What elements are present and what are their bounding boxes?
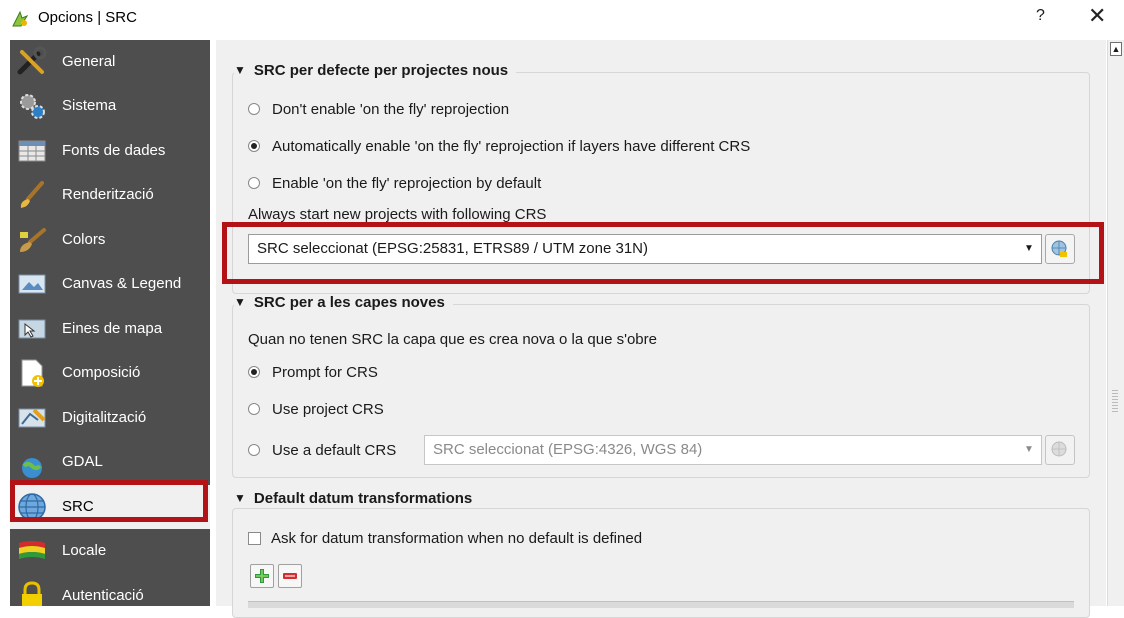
ask-datum-checkbox[interactable] (248, 531, 261, 545)
digitizing-icon (18, 408, 46, 428)
radio-project-crs[interactable]: Use project CRS (248, 401, 384, 418)
ask-datum-checkbox-row[interactable]: Ask for datum transformation when no def… (248, 530, 642, 547)
radio-button[interactable] (248, 177, 260, 190)
scroll-up-arrow-icon[interactable]: ▲ (1110, 42, 1122, 56)
globe-icon (18, 493, 46, 521)
sidebar-item-composicio[interactable]: Composició (10, 351, 210, 395)
map-tools-icon (18, 319, 46, 339)
vertical-scrollbar[interactable]: ▲ (1107, 40, 1124, 606)
composer-icon (21, 359, 44, 387)
gears-icon (20, 94, 45, 119)
section-default-crs-header[interactable]: ▼ SRC per defecte per projectes nous (234, 62, 517, 79)
flag-icon (19, 541, 45, 559)
radio-button[interactable] (248, 366, 260, 379)
radio-default-otf[interactable]: Enable 'on the fly' reprojection by defa… (248, 175, 541, 192)
sidebar-item-digitalitzacio[interactable]: Digitalització (10, 396, 210, 440)
always-start-label: Always start new projects with following… (248, 206, 547, 223)
window-title: Opcions | SRC (38, 9, 137, 26)
collapse-triangle-icon: ▼ (234, 295, 246, 309)
radio-button[interactable] (248, 103, 260, 116)
scroll-grip[interactable] (1112, 390, 1118, 414)
section-datum-header[interactable]: ▼ Default datum transformations (234, 490, 481, 507)
add-transformation-button[interactable] (250, 564, 274, 588)
radio-no-otf[interactable]: Don't enable 'on the fly' reprojection (248, 101, 509, 118)
options-sidebar: General Sistema Fonts de dades Renderitz… (10, 40, 210, 606)
section-new-layers-header[interactable]: ▼ SRC per a les capes noves (234, 294, 453, 311)
chevron-down-icon: ▼ (1024, 444, 1034, 455)
sidebar-item-canvas-legend[interactable]: Canvas & Legend (10, 262, 210, 306)
radio-default-crs[interactable]: Use a default CRS (248, 442, 396, 459)
sidebar-item-gdal[interactable]: GDAL (10, 440, 210, 484)
new-layers-description: Quan no tenen SRC la capa que es crea no… (248, 331, 657, 348)
sidebar-item-locale[interactable]: Locale (10, 529, 210, 573)
sidebar-item-colors[interactable]: Colors (10, 218, 210, 262)
radio-prompt-crs[interactable]: Prompt for CRS (248, 364, 378, 381)
canvas-icon (18, 274, 46, 294)
plus-icon (255, 569, 269, 583)
radio-button[interactable] (248, 444, 260, 457)
sidebar-item-general[interactable]: General (10, 40, 210, 84)
collapse-triangle-icon: ▼ (234, 63, 246, 77)
sidebar-item-fonts-de-dades[interactable]: Fonts de dades (10, 129, 210, 173)
datum-table-header (248, 601, 1074, 608)
project-crs-select[interactable]: SRC seleccionat (EPSG:25831, ETRS89 / UT… (248, 234, 1042, 264)
collapse-triangle-icon: ▼ (234, 491, 246, 505)
close-button[interactable]: ✕ (1088, 3, 1106, 29)
help-button[interactable]: ? (1036, 7, 1045, 25)
paint-icon (20, 228, 46, 252)
radio-button[interactable] (248, 140, 260, 153)
title-bar: Opcions | SRC ? ✕ (0, 0, 1124, 36)
tools-icon (17, 46, 47, 75)
sidebar-item-autenticacio[interactable]: Autenticació (10, 574, 210, 606)
settings-panel: ▼ SRC per defecte per projectes nous Don'… (216, 40, 1106, 618)
default-layer-crs-select[interactable]: SRC seleccionat (EPSG:4326, WGS 84) ▼ (424, 435, 1042, 465)
brush-icon (20, 181, 44, 208)
remove-transformation-button[interactable] (278, 564, 302, 588)
radio-auto-otf[interactable]: Automatically enable 'on the fly' reproj… (248, 138, 750, 155)
sidebar-item-eines-de-mapa[interactable]: Eines de mapa (10, 307, 210, 351)
crs-globe-icon (1051, 240, 1067, 257)
sidebar-item-sistema[interactable]: Sistema (10, 84, 210, 128)
qgis-logo-icon (12, 10, 29, 27)
radio-button[interactable] (248, 403, 260, 416)
table-icon (18, 140, 46, 162)
sidebar-item-renderitzacio[interactable]: Renderització (10, 173, 210, 217)
sidebar-item-src[interactable]: SRC (10, 485, 210, 529)
gdal-icon (22, 458, 42, 478)
select-default-crs-button[interactable] (1045, 435, 1075, 465)
padlock-icon (22, 581, 42, 606)
crs-globe-icon (1051, 441, 1067, 457)
select-project-crs-button[interactable] (1045, 234, 1075, 264)
minus-icon (283, 573, 297, 579)
chevron-down-icon: ▼ (1024, 243, 1034, 254)
